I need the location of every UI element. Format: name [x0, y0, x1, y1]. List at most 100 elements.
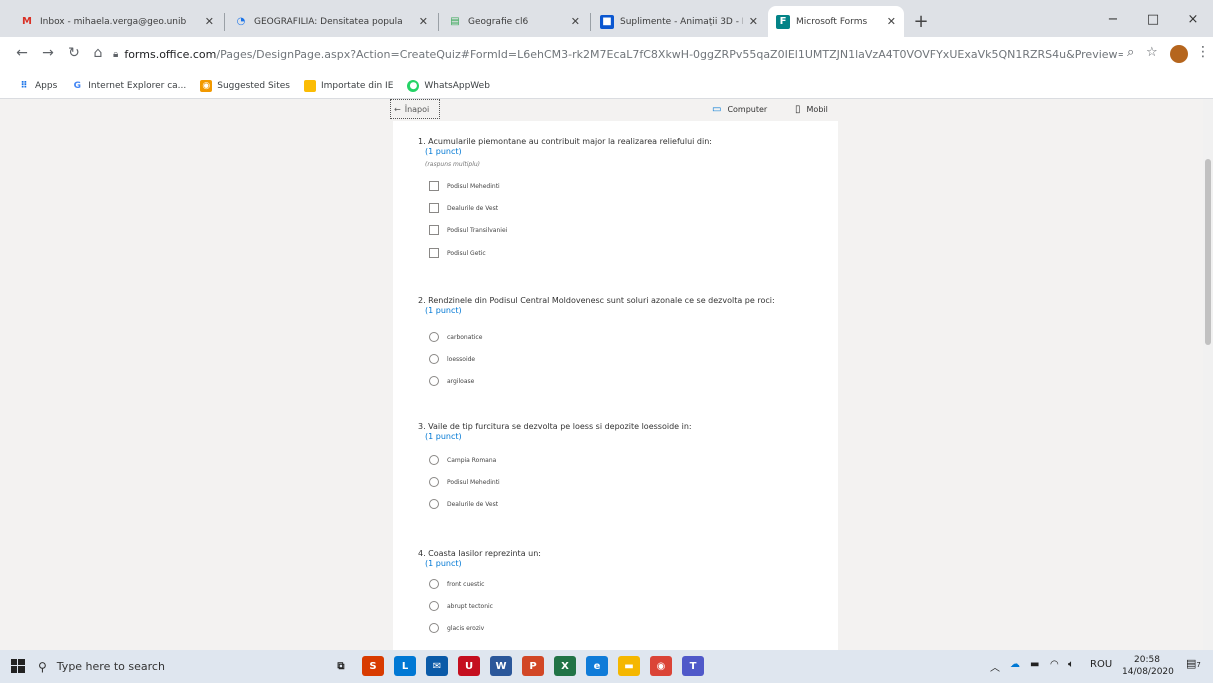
new-tab-button[interactable]: +: [908, 8, 934, 34]
windows-start-icon[interactable]: [10, 658, 26, 674]
radio-button[interactable]: [429, 499, 439, 509]
shield-app-icon[interactable]: U: [458, 656, 480, 676]
system-clock[interactable]: 20:58 14/08/2020: [1122, 654, 1174, 678]
computer-label: Computer: [727, 104, 768, 114]
tab-label: Suplimente - Animații 3D - Educ: [620, 16, 743, 27]
option-label: Podisul Mehedinti: [447, 182, 500, 190]
wifi-icon[interactable]: ◠: [1050, 659, 1059, 670]
bookmark-suggested-sites[interactable]: ◉ Suggested Sites: [200, 79, 290, 92]
radio-button[interactable]: [429, 623, 439, 633]
checkbox[interactable]: [429, 181, 439, 191]
close-icon[interactable]: ✕: [205, 15, 214, 28]
app-red-icon[interactable]: S: [362, 656, 384, 676]
home-icon[interactable]: ⌂: [86, 41, 110, 65]
checkbox[interactable]: [429, 225, 439, 235]
bookmark-label: WhatsAppWeb: [424, 80, 490, 91]
option-label: argiloase: [447, 377, 475, 385]
chrome-icon[interactable]: ◉: [650, 656, 672, 676]
reload-icon[interactable]: ↻: [62, 41, 86, 65]
bookmark-star-icon[interactable]: ☆: [1146, 45, 1158, 60]
radio-option[interactable]: Podisul Mehedinti: [429, 477, 500, 487]
close-icon[interactable]: ✕: [419, 15, 428, 28]
tab-microsoft-forms[interactable]: F Microsoft Forms ✕: [768, 6, 904, 37]
teams-icon[interactable]: T: [682, 656, 704, 676]
checkbox-option[interactable]: Podisul Getic: [429, 248, 486, 258]
radio-option[interactable]: glacis eroziv: [429, 623, 484, 633]
sheet-icon: ▤: [450, 16, 460, 27]
checkbox[interactable]: [429, 248, 439, 258]
radio-option[interactable]: Dealurile de Vest: [429, 499, 498, 509]
scrollbar-thumb[interactable]: [1205, 159, 1211, 345]
language-indicator[interactable]: ROU: [1090, 659, 1112, 670]
radio-option[interactable]: Campia Romana: [429, 455, 496, 465]
checkbox[interactable]: [429, 203, 439, 213]
maximize-button[interactable]: □: [1138, 6, 1168, 32]
radio-option[interactable]: carbonatice: [429, 332, 482, 342]
address-bar[interactable]: 🔒︎ forms.office.com/Pages/DesignPage.asp…: [113, 41, 1123, 67]
task-view-icon[interactable]: ⧉: [330, 656, 352, 676]
mail-icon[interactable]: ✉: [426, 656, 448, 676]
notification-center-icon[interactable]: ▤7: [1186, 657, 1201, 670]
radio-option[interactable]: loessoide: [429, 354, 475, 364]
checkbox-option[interactable]: Podisul Transilvaniei: [429, 225, 507, 235]
back-button[interactable]: ← Înapoi: [390, 99, 440, 119]
forward-arrow-icon[interactable]: →: [36, 41, 60, 65]
radio-button[interactable]: [429, 455, 439, 465]
excel-icon[interactable]: X: [554, 656, 576, 676]
bookmark-label: Importate din IE: [320, 80, 394, 91]
close-icon[interactable]: ✕: [571, 15, 580, 28]
scrollbar[interactable]: [1203, 99, 1213, 650]
checkbox-option[interactable]: Dealurile de Vest: [429, 203, 498, 213]
radio-button[interactable]: [429, 354, 439, 364]
taskbar-search-input[interactable]: ⚲ Type here to search: [38, 654, 298, 679]
file-explorer-icon[interactable]: ▬: [618, 656, 640, 676]
onedrive-icon[interactable]: ☁: [1010, 659, 1020, 670]
tab-suplimente[interactable]: ■ Suplimente - Animații 3D - Educ ✕: [592, 6, 766, 37]
bookmark-apps[interactable]: ⠿ Apps: [18, 80, 57, 92]
radio-button[interactable]: [429, 579, 439, 589]
radio-button[interactable]: [429, 601, 439, 611]
menu-icon[interactable]: ⋮: [1196, 44, 1210, 60]
option-label: carbonatice: [447, 333, 483, 341]
bookmark-internet-explorer[interactable]: G Internet Explorer ca...: [71, 80, 187, 92]
powerpoint-icon[interactable]: P: [522, 656, 544, 676]
bookmark-whatsappweb[interactable]: ● WhatsAppWeb: [407, 79, 490, 92]
option-label: loessoide: [447, 355, 476, 363]
option-label: abrupt tectonic: [447, 602, 493, 610]
forms-preview-page: ← Înapoi ▭ Computer ▯ Mobil 1. Acumulari…: [0, 99, 1213, 650]
tab-geografie-cl6[interactable]: ▤ Geografie cl6 ✕: [440, 6, 588, 37]
battery-icon[interactable]: ▬: [1030, 659, 1039, 670]
chevron-up-icon[interactable]: ︿: [990, 659, 1000, 674]
close-icon[interactable]: ✕: [749, 15, 758, 28]
radio-button[interactable]: [429, 376, 439, 386]
tab-gmail[interactable]: M Inbox - mihaela.verga@geo.unib ✕: [12, 6, 222, 37]
tab-geografilia[interactable]: ◔ GEOGRAFILIA: Densitatea popula ✕: [226, 6, 436, 37]
close-window-button[interactable]: ×: [1178, 6, 1208, 32]
option-label: Podisul Transilvaniei: [447, 226, 508, 234]
volume-icon[interactable]: 🔈︎: [1068, 659, 1074, 670]
tab-label: Geografie cl6: [468, 16, 529, 27]
folder-icon: [303, 79, 316, 92]
close-icon[interactable]: ✕: [887, 15, 896, 28]
radio-button[interactable]: [429, 477, 439, 487]
zoom-icon[interactable]: ⌕: [1127, 45, 1134, 60]
edge-icon[interactable]: e: [586, 656, 608, 676]
radio-button[interactable]: [429, 332, 439, 342]
back-arrow-icon[interactable]: ←: [10, 41, 34, 65]
suggested-sites-icon: ◉: [200, 79, 213, 92]
radio-option[interactable]: front cuestic: [429, 579, 484, 589]
bookmark-importate-din-ie[interactable]: Importate din IE: [303, 79, 394, 92]
minimize-button[interactable]: −: [1098, 6, 1128, 32]
radio-option[interactable]: abrupt tectonic: [429, 601, 493, 611]
app-blue-icon[interactable]: L: [394, 656, 416, 676]
computer-view-button[interactable]: ▭ Computer: [712, 99, 767, 119]
question-3: 3. Vaile de tip furcitura se dezvolta pe…: [418, 422, 818, 442]
radio-option[interactable]: argiloase: [429, 376, 474, 386]
checkbox-option[interactable]: Podisul Mehedinti: [429, 181, 500, 191]
question-points: (1 punct): [425, 306, 462, 315]
avatar[interactable]: [1170, 45, 1188, 63]
word-icon[interactable]: W: [490, 656, 512, 676]
mobile-view-button[interactable]: ▯ Mobil: [795, 99, 828, 119]
browser-toolbar: ← → ↻ ⌂ 🔒︎ forms.office.com/Pages/Design…: [0, 37, 1213, 73]
clock-time: 20:58: [1134, 655, 1160, 665]
